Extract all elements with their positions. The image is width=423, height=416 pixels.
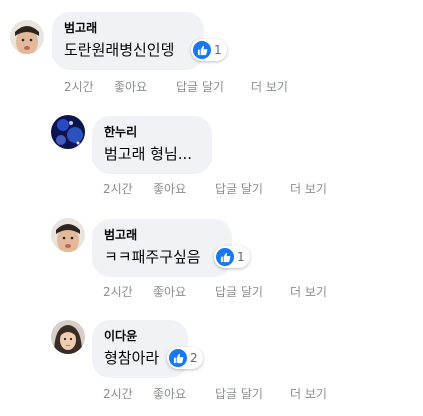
reaction-badge[interactable]: 1: [191, 39, 227, 61]
comment-bubble: 한누리 범고래 형님...: [92, 116, 212, 174]
comment-text: ㅋㅋ패주구싶음: [104, 248, 201, 266]
avatar[interactable]: [51, 320, 85, 354]
reaction-badge[interactable]: 1: [214, 246, 250, 268]
like-button[interactable]: 좋아요: [153, 385, 215, 402]
avatar[interactable]: [51, 115, 85, 149]
thumbs-up-icon: [193, 41, 211, 59]
reply-button[interactable]: 답글 달기: [215, 385, 290, 402]
comment-author[interactable]: 이다윤: [104, 329, 176, 344]
avatar[interactable]: [10, 20, 44, 54]
more-button[interactable]: 더 보기: [251, 78, 288, 95]
avatar[interactable]: [51, 218, 85, 252]
comment-actions: 2시간 좋아요 답글 달기 더 보기: [103, 283, 327, 300]
comment-actions: 2시간 좋아요 답글 달기 더 보기: [64, 78, 288, 95]
more-button[interactable]: 더 보기: [290, 180, 327, 197]
more-button[interactable]: 더 보기: [290, 283, 327, 300]
comment-actions: 2시간 좋아요 답글 달기 더 보기: [103, 385, 327, 402]
like-button[interactable]: 좋아요: [153, 180, 215, 197]
reaction-count: 1: [237, 250, 245, 264]
comment-author[interactable]: 범고래: [104, 228, 220, 243]
comment-text: 도란원래병신인뎅: [64, 41, 175, 59]
reply-button[interactable]: 답글 달기: [176, 78, 251, 95]
comment-actions: 2시간 좋아요 답글 달기 더 보기: [103, 180, 327, 197]
reaction-count: 1: [214, 43, 222, 57]
timestamp[interactable]: 2시간: [64, 78, 114, 95]
comment-bubble: 범고래 ㅋㅋ패주구싶음: [92, 219, 232, 277]
thumbs-up-icon: [216, 248, 234, 266]
like-button[interactable]: 좋아요: [114, 78, 176, 95]
comment-text: 형참아라: [104, 349, 160, 367]
comment-author[interactable]: 범고래: [64, 21, 192, 36]
comment-author[interactable]: 한누리: [104, 125, 200, 140]
timestamp[interactable]: 2시간: [103, 283, 153, 300]
reply-button[interactable]: 답글 달기: [215, 180, 290, 197]
thumbs-up-icon: [169, 349, 187, 367]
comment-bubble: 범고래 도란원래병신인뎅: [52, 12, 204, 70]
reaction-badge[interactable]: 2: [167, 347, 203, 369]
timestamp[interactable]: 2시간: [103, 180, 153, 197]
reply-button[interactable]: 답글 달기: [215, 283, 290, 300]
reaction-count: 2: [190, 351, 198, 365]
like-button[interactable]: 좋아요: [153, 283, 215, 300]
more-button[interactable]: 더 보기: [290, 385, 327, 402]
comment-text: 범고래 형님...: [104, 145, 193, 163]
timestamp[interactable]: 2시간: [103, 385, 153, 402]
